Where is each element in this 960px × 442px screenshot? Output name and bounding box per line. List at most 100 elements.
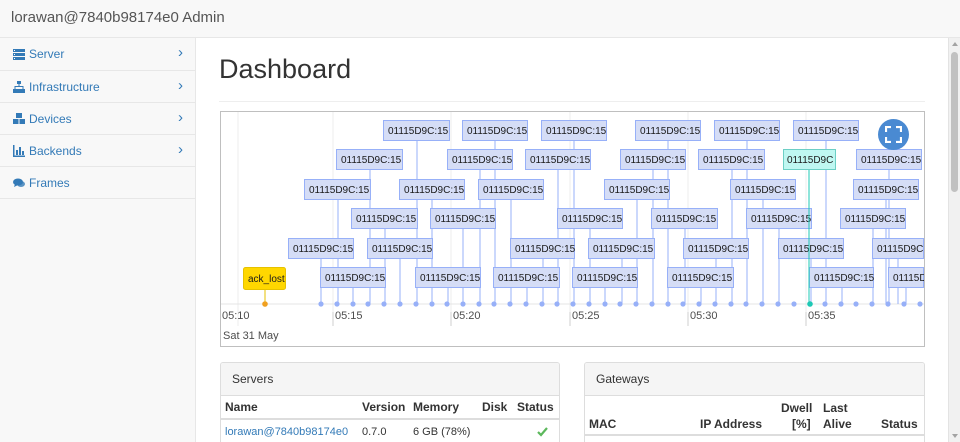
timeline-event-label: 01115D9C:15: [593, 244, 654, 255]
timeline-dot: [318, 301, 324, 307]
timeline-event-label: 01115D9C:15: [515, 244, 576, 255]
timeline-event-label: 01115D9C:15: [388, 126, 449, 137]
scroll-up-arrow-icon[interactable]: [952, 42, 958, 46]
page-scrollbar[interactable]: [948, 38, 960, 442]
title-divider: [219, 101, 925, 102]
timeline-dot: [602, 301, 608, 307]
timeline-dot-selected: [807, 301, 813, 307]
timeline-event-label: 01115D9C:15: [562, 214, 623, 225]
column-header-status: Status: [517, 400, 554, 414]
timeline-event-label: 01115D9C:15: [483, 185, 544, 196]
timeline-event-label: 01115D9C:15: [452, 155, 513, 166]
timeline-dot: [350, 301, 356, 307]
timeline-dot: [413, 301, 419, 307]
timeline-dot: [491, 301, 497, 307]
timeline-event-label: 01115D9C:15: [293, 244, 354, 255]
chevron-right-icon: ›: [178, 77, 183, 94]
comments-icon: [13, 177, 25, 189]
timeline-dot: [743, 301, 749, 307]
timeline-event-label: 01115D9C:15: [372, 244, 433, 255]
timeline-dot: [397, 301, 403, 307]
timeline-dot: [759, 301, 765, 307]
sidebar: Server › Infrastructure › Devices › Back…: [0, 38, 196, 442]
timeline-dot: [917, 301, 923, 307]
timeline-dot: [869, 301, 875, 307]
server-memory: 6 GB (78%): [413, 426, 471, 438]
timeline-event-label: 01115D9C:15: [858, 185, 919, 196]
sidebar-item-label: Backends: [29, 143, 82, 158]
sidebar-item-frames[interactable]: Frames: [0, 166, 195, 198]
timeline-event-label: 01115D9C:15: [672, 273, 733, 284]
timeline-event-label: 01115D9C:15: [735, 185, 796, 196]
timeline-dot-special: [262, 301, 268, 307]
sidebar-item-infrastructure[interactable]: Infrastructure ›: [0, 70, 195, 102]
fullscreen-button[interactable]: [878, 119, 909, 150]
sidebar-item-server[interactable]: Server ›: [0, 38, 195, 70]
timeline-dot: [460, 301, 466, 307]
table-header-rule: [585, 434, 924, 436]
timeline-dot: [539, 301, 545, 307]
timeline-event-label: 01115D9C:15: [467, 126, 528, 137]
top-navbar: lorawan@7840b98174e0 Admin: [0, 0, 960, 38]
time-tick-label: 05:20: [453, 310, 481, 322]
column-header-name: Name: [225, 400, 258, 414]
timeline-event-label: 01115D9C:15: [325, 273, 386, 284]
check-icon: [537, 427, 548, 437]
timeline-dot: [696, 301, 702, 307]
sidebar-item-label: Devices: [29, 111, 72, 126]
timeline-event-label: 01115D9C:15: [783, 244, 844, 255]
timeline-event-ack-lost-label: ack_lost: [248, 274, 285, 285]
timeline-event-label: 01115D9C:15: [435, 214, 496, 225]
scrollbar-thumb[interactable]: [951, 52, 958, 192]
timeline-canvas[interactable]: 01115D9C:15 01115D9C:15 01115D9C:15 01115D9…: [221, 112, 924, 346]
sidebar-item-devices[interactable]: Devices ›: [0, 102, 195, 134]
gateways-panel-title: Gateways: [585, 363, 924, 396]
timeline-dot: [680, 301, 686, 307]
timeline-dot: [901, 301, 907, 307]
timeline-event-label: 01115D9C:15: [656, 214, 717, 225]
column-header-memory: Memory: [413, 400, 460, 414]
column-header-version: Version: [362, 400, 406, 414]
timeline-dot: [570, 301, 576, 307]
timeline-dot: [586, 301, 592, 307]
column-header-last: Last: [823, 401, 848, 415]
scroll-down-arrow-icon[interactable]: [952, 434, 958, 438]
timeline-event-label: 01115D9C:15: [577, 273, 638, 284]
sidebar-item-backends[interactable]: Backends ›: [0, 134, 195, 166]
timeline-event-label: 01115D9C:15: [546, 126, 607, 137]
chevron-right-icon: ›: [178, 109, 183, 126]
column-header-mac: MAC: [589, 417, 617, 431]
timeline-event-label: 01115D9C:15: [609, 185, 670, 196]
timeline-dot: [885, 301, 891, 307]
column-header-dwell-unit: [%]: [792, 417, 811, 431]
timeline-dot: [507, 301, 513, 307]
servers-panel: Servers Name Version Memory Disk Status …: [220, 362, 560, 442]
timeline-event-label: 01115D9C:15: [625, 155, 686, 166]
timeline-event-selected-label: 01115D9C: [787, 155, 833, 166]
timeline-dot: [665, 301, 671, 307]
column-header-disk: Disk: [482, 400, 508, 414]
column-header-alive: Alive: [823, 417, 852, 431]
app-brand[interactable]: lorawan@7840b98174e0 Admin: [11, 9, 225, 26]
server-name-link[interactable]: lorawan@7840b98174e0: [225, 426, 348, 438]
timeline-event-label: 01115D9C:15: [719, 126, 780, 137]
timeline-event-label: 01115D9C:15: [420, 273, 481, 284]
timeline-event-label: 01115D9C:15: [640, 126, 701, 137]
timeline-event-label: 01115D9C:15: [404, 185, 465, 196]
sidebar-menu: Server › Infrastructure › Devices › Back…: [0, 38, 195, 199]
timeline-event-label: 01115D9C:15: [845, 214, 906, 225]
timeline-event-label: 01115D9C:15: [309, 185, 370, 196]
time-tick-label: 05:25: [572, 310, 600, 322]
frames-timeline[interactable]: 01115D9C:15 01115D9C:15 01115D9C:15 01115D9…: [220, 111, 925, 347]
sidebar-item-label: Frames: [29, 175, 70, 190]
column-header-ip-address: IP Address: [700, 417, 763, 431]
timeline-dot: [334, 301, 340, 307]
timeline-dot: [712, 301, 718, 307]
timeline-dot: [523, 301, 529, 307]
timeline-dot: [381, 301, 387, 307]
chevron-right-icon: ›: [178, 44, 183, 61]
time-tick-label: 05:10: [222, 310, 250, 322]
timeline-event-label: 01115D9C:15: [341, 155, 402, 166]
timeline-dot: [791, 301, 797, 307]
sidebar-item-label: Server: [29, 47, 65, 61]
